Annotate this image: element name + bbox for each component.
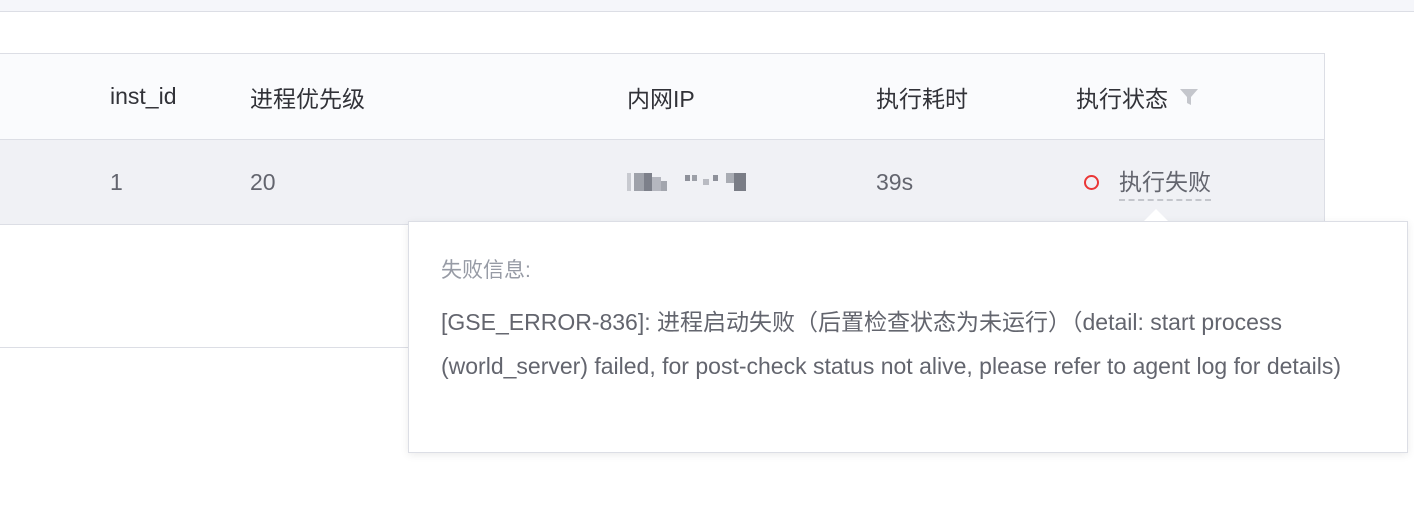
filter-icon[interactable]	[1178, 86, 1200, 108]
tooltip-title: 失败信息:	[441, 259, 531, 282]
column-header-priority: 进程优先级	[250, 85, 365, 112]
cell-duration: 39s	[876, 168, 914, 195]
cell-inst-id: 1	[110, 168, 123, 195]
column-header-status: 执行状态	[1076, 54, 1200, 139]
ip-mosaic	[627, 171, 746, 193]
status-failed-label[interactable]: 执行失败	[1119, 163, 1211, 201]
top-bar	[0, 0, 1414, 12]
failure-tooltip: 失败信息: [GSE_ERROR-836]: 进程启动失败（后置检查状态为未运行…	[408, 221, 1408, 453]
tooltip-arrow	[1144, 209, 1168, 221]
column-header-status-label: 执行状态	[1076, 85, 1168, 112]
column-header-duration: 执行耗时	[876, 85, 968, 112]
cell-priority: 20	[250, 168, 276, 195]
cell-ip-masked	[627, 140, 746, 224]
table-row[interactable]: 1 20 39s 执行失败	[0, 140, 1324, 225]
column-header-ip: 内网IP	[627, 85, 695, 112]
column-header-inst-id: inst_id	[110, 83, 177, 109]
status-dot-icon	[1084, 174, 1099, 190]
table-header: inst_id 进程优先级 内网IP 执行耗时 执行状态	[0, 54, 1324, 140]
tooltip-message: [GSE_ERROR-836]: 进程启动失败（后置检查状态为未运行）（deta…	[441, 309, 1341, 379]
